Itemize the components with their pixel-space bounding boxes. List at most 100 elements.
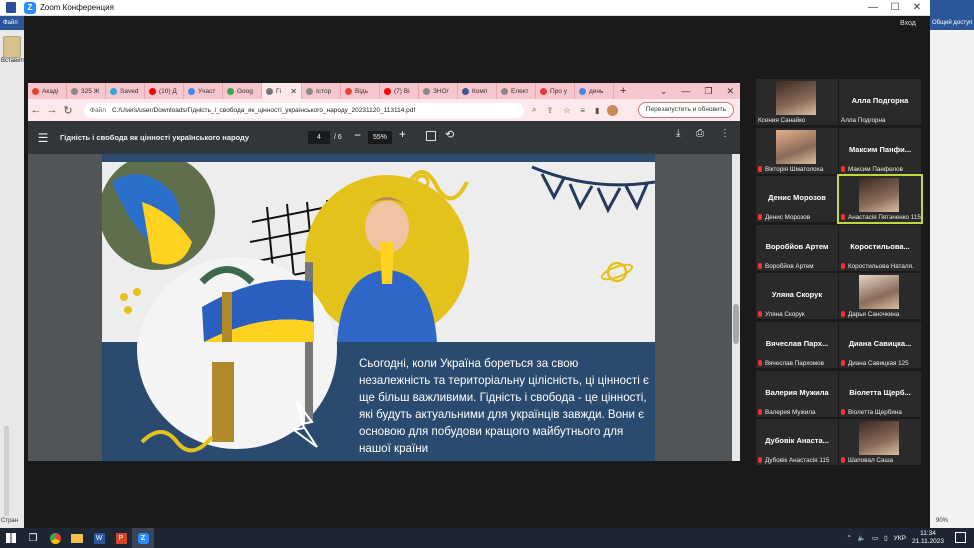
- task-view-icon[interactable]: ❐: [22, 528, 44, 548]
- participant-video: [776, 81, 816, 115]
- participant-tile[interactable]: Анастасія Пятаченко 115: [837, 174, 923, 225]
- participant-tile[interactable]: Вікторія Шматолоха: [756, 127, 838, 174]
- zoom-in-icon[interactable]: +: [399, 127, 406, 141]
- chevron-up-icon[interactable]: ⌃: [846, 534, 851, 542]
- forward-icon[interactable]: →: [44, 104, 60, 116]
- tab-search-icon[interactable]: ⌄: [660, 83, 668, 99]
- more-icon[interactable]: ⋮: [720, 128, 730, 139]
- url-text: C:/Users/user/Downloads/Гідність_і_свобо…: [111, 106, 416, 114]
- chrome-icon[interactable]: [44, 528, 66, 548]
- tab-close-icon[interactable]: ✕: [290, 87, 297, 96]
- browser-tab[interactable]: Комп: [458, 83, 497, 99]
- browser-tab[interactable]: день: [575, 83, 614, 99]
- participant-display-name: Денис Морозов: [768, 193, 826, 203]
- print-icon[interactable]: ⎙: [696, 128, 704, 139]
- share-icon[interactable]: ⇪: [546, 106, 553, 115]
- maximize-icon[interactable]: ☐: [884, 0, 906, 16]
- participant-tile[interactable]: Віолетта Щерб... Віолетта Щербина: [839, 370, 921, 417]
- sidepanel-icon[interactable]: ▮: [595, 106, 599, 115]
- pdf-scrollbar[interactable]: [732, 154, 740, 461]
- browser-tab[interactable]: Saved: [106, 83, 145, 99]
- browser-tab[interactable]: Про у: [536, 83, 575, 99]
- save-icon[interactable]: [6, 2, 16, 13]
- browser-tab[interactable]: Goog: [223, 83, 262, 99]
- fit-page-icon[interactable]: [426, 131, 436, 141]
- search-icon[interactable]: ⌕: [532, 105, 536, 115]
- page-number-input[interactable]: 4: [308, 131, 330, 144]
- browser-tab[interactable]: ЗНО/: [419, 83, 458, 99]
- participant-name: Шаповал Саша: [848, 457, 894, 465]
- url-field[interactable]: Файл C:/Users/user/Downloads/Гідність_і_…: [84, 102, 524, 118]
- participant-display-name: Уляна Скорук: [771, 290, 823, 300]
- word-page-label: Стран: [1, 518, 19, 524]
- participant-tile[interactable]: Коростильова... Коростильова Наталя.: [839, 224, 921, 271]
- browser-tab[interactable]: Істор: [302, 83, 341, 99]
- browser-tab[interactable]: Гі ✕: [262, 83, 302, 99]
- new-tab-button[interactable]: +: [620, 85, 626, 97]
- participant-tile[interactable]: Воробйов Артем Воробйов Артем: [756, 224, 838, 271]
- participant-name: Вікторія Шматолоха: [765, 165, 824, 173]
- zoom-title-bar: Z Zoom Конференция — ☐ ✕: [0, 0, 930, 16]
- relaunch-button[interactable]: Перезапустить и обновить: [637, 102, 734, 118]
- close-icon[interactable]: ✕: [906, 0, 928, 16]
- minimize-icon[interactable]: —: [862, 0, 884, 16]
- participant-tile[interactable]: Ксения Санайко: [756, 79, 838, 125]
- download-icon[interactable]: ⤓: [676, 128, 680, 139]
- zoom-out-icon[interactable]: −: [354, 128, 361, 142]
- tab-label: Акаді: [42, 87, 59, 95]
- participant-tile[interactable]: Алла Подгорна Алла Подгорна: [839, 79, 921, 125]
- star-icon[interactable]: ☆: [563, 106, 570, 115]
- browser-tab[interactable]: Участ: [184, 83, 223, 99]
- powerpoint-icon[interactable]: P: [110, 528, 132, 548]
- clock[interactable]: 11:34 21.11.2023: [912, 530, 944, 546]
- language-indicator[interactable]: УКР: [894, 535, 906, 542]
- browser-tab[interactable]: (10) Д: [145, 83, 184, 99]
- reading-list-icon[interactable]: ≡: [580, 106, 585, 115]
- browser-tab[interactable]: Відь: [341, 83, 380, 99]
- slide-collage-art: [102, 154, 655, 457]
- windows-taskbar: ❐ W P Z ⌃ 🔈 ▭ ▯ УКР 11:34 21.11.2023: [0, 528, 974, 548]
- participant-tile[interactable]: Дарья Саночкина: [839, 273, 921, 320]
- word-file-tab[interactable]: Файл: [0, 16, 24, 30]
- battery-icon[interactable]: ▯: [884, 534, 888, 542]
- participant-tile[interactable]: Шаповал Саша: [839, 419, 921, 466]
- explorer-icon[interactable]: [66, 528, 88, 548]
- participant-tile[interactable]: Дубовік Анаста... Дубовік Анастасія 115: [756, 419, 838, 466]
- participant-tile[interactable]: Диана Савицка... Диана Савицкая 125: [839, 322, 921, 368]
- start-icon[interactable]: [0, 528, 22, 548]
- share-button[interactable]: Общий доступ: [930, 16, 974, 30]
- participant-name: Воробйов Артем: [765, 262, 814, 270]
- browser-tab[interactable]: Акаді: [28, 83, 67, 99]
- profile-avatar[interactable]: [607, 104, 619, 116]
- zoom-input[interactable]: 55%: [368, 131, 392, 144]
- participant-tile[interactable]: Вячеслав Парх... Вячеслав Пархомов: [756, 322, 838, 368]
- rotate-icon[interactable]: ⟲: [445, 128, 454, 141]
- participant-tile[interactable]: Максим Панфи... Максим Панфелов: [839, 127, 921, 174]
- browser-minimize-icon[interactable]: —: [681, 83, 690, 99]
- tab-favicon-icon: [110, 87, 117, 95]
- tab-favicon-icon: [384, 87, 391, 95]
- scrollbar-thumb[interactable]: [733, 304, 739, 344]
- browser-tab[interactable]: (7) Ві: [380, 83, 419, 99]
- participant-tile[interactable]: Валерия Мужила Валерия Мужила: [756, 370, 838, 417]
- back-icon[interactable]: ←: [28, 104, 44, 116]
- browser-close-icon[interactable]: ✕: [726, 83, 734, 99]
- participant-tile[interactable]: Денис Морозов Денис Морозов: [756, 176, 838, 223]
- reload-icon[interactable]: ↻: [60, 104, 76, 117]
- mic-muted-icon: [758, 408, 762, 415]
- signin-link[interactable]: Вход: [900, 20, 916, 27]
- browser-tab[interactable]: Елект: [497, 83, 536, 99]
- browser-tab[interactable]: 325 Ж: [67, 83, 106, 99]
- notifications-icon[interactable]: [955, 532, 966, 543]
- network-icon[interactable]: ▭: [872, 534, 878, 542]
- menu-icon[interactable]: ☰: [28, 131, 58, 145]
- mic-muted-icon: [841, 311, 845, 318]
- participant-tile[interactable]: Уляна Скорук Уляна Скорук: [756, 273, 838, 320]
- browser-maximize-icon[interactable]: ❐: [704, 83, 712, 99]
- slide-illustration: [102, 154, 655, 457]
- participant-name: Ксения Санайко: [758, 117, 806, 124]
- paste-icon[interactable]: [3, 36, 21, 58]
- zoom-taskbar-icon[interactable]: Z: [132, 528, 154, 548]
- word-icon[interactable]: W: [88, 528, 110, 548]
- volume-icon[interactable]: 🔈: [858, 534, 866, 542]
